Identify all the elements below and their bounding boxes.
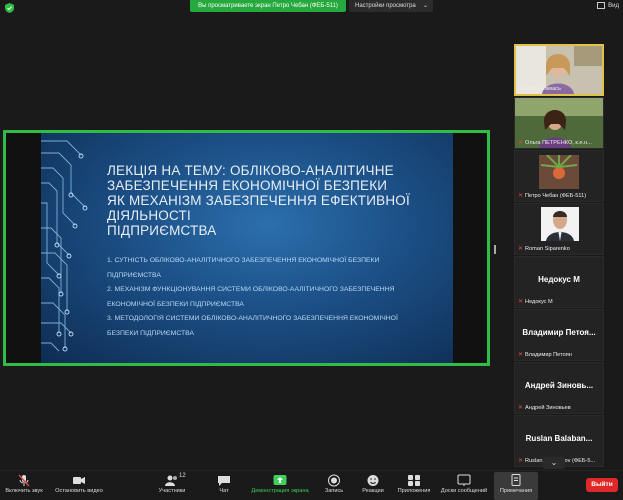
participant-tile-3[interactable]: ✕ Roman Siparenko — [514, 203, 604, 255]
muted-mic-icon: ✕ — [518, 246, 524, 252]
participants-icon — [165, 475, 177, 486]
whiteboards-button[interactable]: Доски сообщений — [438, 472, 490, 500]
muted-mic-icon: ✕ — [518, 458, 524, 464]
participant-tile-4[interactable]: Недокус М ✕ Недокус М — [514, 256, 604, 308]
view-options-button[interactable]: Настройки просмотра ⌄ — [349, 0, 433, 12]
muted-mic-icon: ✕ — [518, 299, 524, 305]
participant-display-name: Недокус М — [538, 275, 580, 284]
participant-tile-2[interactable]: ✕ Петро Чебан (ФЕБ-511) — [514, 150, 604, 202]
video-camera-icon — [73, 477, 85, 484]
apps-icon — [408, 475, 420, 486]
participant-name: ✕ Недокус М — [518, 298, 553, 306]
chevron-down-icon: ⌄ — [550, 458, 558, 467]
reactions-icon — [367, 475, 379, 486]
notes-button[interactable]: Примечания — [494, 472, 538, 500]
chat-icon — [218, 476, 230, 486]
participant-tile-6[interactable]: Андрей Зиновь... ✕ Андрей Зиновьев — [514, 362, 604, 414]
participant-tile-1[interactable]: ✕ Ольга ПЕТРЕНКО, к.е.н... — [514, 97, 604, 149]
chat-button[interactable]: Чат — [212, 472, 236, 500]
presentation-slide: ЛЕКЦІЯ НА ТЕМУ: ОБЛІКОВО-АНАЛІТИЧНЕ ЗАБЕ… — [41, 133, 453, 363]
whiteboard-icon — [457, 474, 471, 486]
participant-video — [541, 207, 579, 241]
view-button-label: Вид — [608, 2, 619, 9]
record-button[interactable]: Запись — [320, 472, 348, 500]
top-bar: Вы просматриваете экран Петро Чебан (ФЕБ… — [0, 0, 623, 16]
share-screen-icon — [273, 475, 287, 485]
muted-mic-icon: ✕ — [518, 140, 524, 146]
participant-name: ✕ Петро Чебан (ФЕБ-511) — [518, 192, 587, 200]
view-button[interactable]: Вид — [597, 2, 619, 9]
reactions-button[interactable]: Реакции — [358, 472, 388, 500]
leave-meeting-button[interactable]: Выйти — [586, 478, 618, 492]
grid-view-icon — [597, 2, 606, 9]
meeting-toolbar: Включить звук Остановить видео 12 Участн… — [0, 470, 623, 500]
apps-button[interactable]: Приложения — [394, 472, 434, 500]
participant-tile-5[interactable]: Владимир Петоя... ✕ Владимир Петоян — [514, 309, 604, 361]
notes-icon — [511, 474, 521, 486]
participant-display-name: Андрей Зиновь... — [524, 381, 594, 390]
participant-name: ✕ Владимир Петоян — [518, 351, 572, 359]
record-icon — [328, 474, 340, 487]
slide-title: ЛЕКЦІЯ НА ТЕМУ: ОБЛІКОВО-АНАЛІТИЧНЕ ЗАБЕ… — [107, 163, 410, 238]
shield-icon[interactable] — [5, 3, 14, 13]
participant-name: ✕ Ольга ПЕТРЕНКО, к.е.н... — [518, 139, 592, 147]
chevron-down-icon: ⌄ — [422, 3, 428, 9]
stop-video-button[interactable]: Остановить видео — [52, 472, 106, 500]
slide-outline: 1. СУТНІСТЬ ОБЛІКОВО-АНАЛІТИЧНОГО ЗАБЕЗП… — [107, 257, 398, 337]
muted-mic-icon: ✕ — [518, 193, 524, 199]
participant-video — [539, 155, 579, 189]
participant-tile-0[interactable]: Галина Атамась — [514, 44, 604, 96]
gallery-scroll-down-button[interactable]: ⌄ — [543, 457, 565, 469]
participant-display-name: Владимир Петоя... — [522, 328, 596, 337]
participant-name: ✕ Андрей Зиновьев — [518, 404, 571, 412]
participant-name: ✕ Roman Siparenko — [518, 245, 570, 253]
muted-mic-icon: ✕ — [518, 352, 524, 358]
unmute-button[interactable]: Включить звук — [2, 472, 46, 500]
shared-screen: ЛЕКЦІЯ НА ТЕМУ: ОБЛІКОВО-АНАЛІТИЧНЕ ЗАБЕ… — [3, 130, 490, 366]
share-banner: Вы просматриваете экран Петро Чебан (ФЕБ… — [190, 0, 346, 12]
muted-mic-icon: ✕ — [518, 405, 524, 411]
participants-count: 12 — [179, 473, 186, 479]
share-screen-button[interactable]: Демонстрация экрана — [250, 472, 310, 500]
panel-resize-handle[interactable] — [494, 245, 496, 254]
view-options-label: Настройки просмотра — [355, 3, 416, 9]
participant-name: Галина Атамась — [519, 86, 561, 92]
participant-display-name: Ruslan Balaban... — [525, 434, 593, 443]
participants-button[interactable]: 12 Участники — [155, 472, 189, 500]
muted-mic-icon — [18, 474, 30, 487]
